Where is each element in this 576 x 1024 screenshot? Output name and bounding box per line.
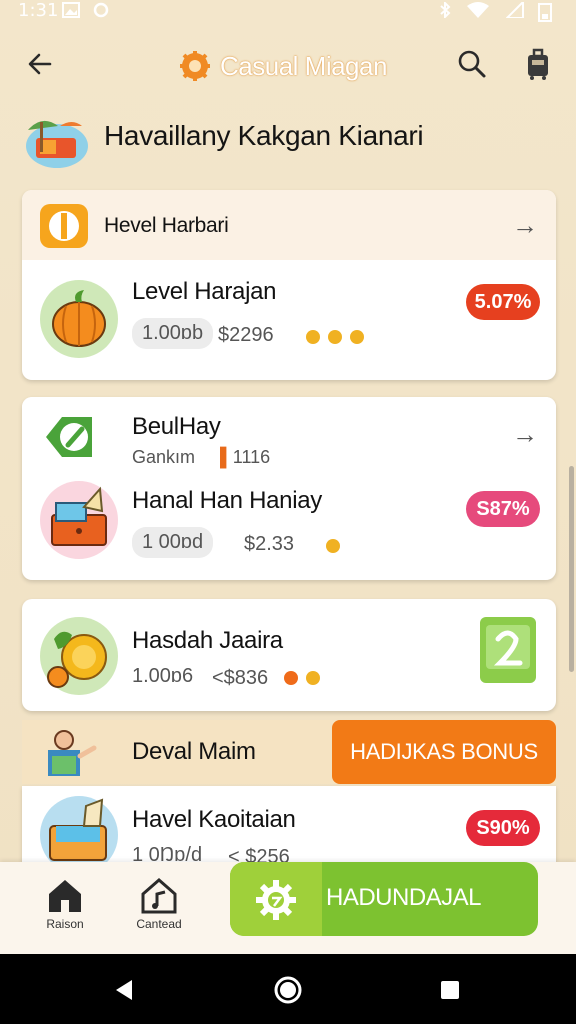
list-item[interactable]: Level Harajan 1.00ɒb $2296 5.07% (22, 260, 556, 380)
app-bar: Casual Miagan (0, 30, 576, 100)
item-price: < $256 (228, 846, 290, 862)
pool-thumbnail (40, 796, 118, 862)
back-button[interactable] (20, 44, 60, 84)
section-card-3: Hasdah Jaaira 1.00ɒ6 <$836 (22, 599, 556, 711)
item-price: $2.33 (244, 533, 295, 555)
cta-label: HADUNDAJAL (326, 884, 482, 911)
cell-signal-icon (506, 2, 524, 18)
bonus-strip: Deval Maim HADIJKAS BONUS (22, 720, 556, 784)
pumpkin-icon (52, 290, 106, 347)
pause-badge-icon (40, 204, 88, 248)
reward-number-icon (486, 625, 530, 669)
item-quantity: 1.00ɒ6 (132, 665, 194, 687)
app-screen: 1:31 Casual Miagan Havaillany Kakgan Kia… (0, 0, 576, 1024)
search-button[interactable] (452, 44, 492, 84)
item-title: Level Harajan (132, 278, 277, 305)
pool-box-icon (49, 798, 107, 861)
box-thumbnail (40, 481, 118, 559)
luggage-button[interactable] (518, 44, 558, 84)
bluetooth-icon (440, 2, 451, 18)
image-notification-icon (62, 2, 80, 18)
scrollbar[interactable] (569, 466, 574, 672)
item-title: Hanal Han Haniay (132, 487, 322, 514)
bonus-button[interactable]: HADIJKAS BONUS (332, 720, 556, 784)
pumpkin-thumbnail (40, 280, 118, 358)
card-1-arrow-icon: → (512, 210, 538, 240)
nav-label-content: Cantead (136, 917, 182, 931)
nav-item-content[interactable]: Cantead (124, 876, 194, 931)
treasure-box-icon (51, 486, 107, 546)
gear-icon (256, 880, 296, 920)
battery-icon (538, 3, 552, 22)
item-quantity: 1 00ɒd (132, 527, 214, 558)
item-title: Hasdah Jaaira (132, 627, 283, 654)
leaf-tag-icon (46, 417, 92, 457)
discount-badge: S90% (466, 810, 540, 846)
rating-dot (284, 671, 298, 685)
nav-home-icon[interactable] (272, 974, 304, 1006)
status-time: 1:31 (18, 0, 59, 21)
rating-dot (328, 330, 342, 344)
rating-dot (326, 539, 340, 553)
item-price: <$836 (212, 667, 269, 689)
home-icon (49, 880, 81, 912)
wifi-icon (467, 2, 489, 18)
sync-icon (93, 2, 109, 18)
discount-badge: S87% (466, 491, 540, 527)
page-header: Havaillany Kakgan Kianari (24, 108, 554, 170)
nav-label-home: Raison (46, 917, 84, 931)
rating-dot (306, 330, 320, 344)
item-title: Havel Kaoitaian (132, 806, 296, 833)
nav-back-icon[interactable] (112, 978, 136, 1002)
gear-logo-icon (180, 51, 210, 81)
item-quantity: 1 0Ŋɒ/d (132, 844, 203, 862)
coin-thumbnail (40, 617, 118, 695)
luggage-icon (528, 48, 548, 80)
nav-item-home[interactable]: Raison (30, 876, 100, 931)
green-reward-tile[interactable] (480, 617, 536, 683)
card-2-subtitle: Gankım (132, 447, 196, 467)
item-price: $2296 (218, 324, 274, 346)
card-1-header-label: Hevel Harbari (104, 214, 229, 237)
page-title: Havaillany Kakgan Kianari (104, 120, 424, 151)
rating-dot (306, 671, 320, 685)
search-icon (458, 50, 486, 78)
system-nav-bar (0, 954, 576, 1024)
cta-button[interactable]: HADUNDAJAL (230, 862, 538, 936)
back-arrow-icon (28, 53, 52, 75)
list-item[interactable]: Hasdah Jaaira 1.00ɒ6 <$836 (22, 599, 556, 711)
cta-icon-panel (230, 862, 322, 936)
gold-coin-icon (47, 631, 107, 688)
rating-dot (350, 330, 364, 344)
app-title-text: Casual Miagan (220, 50, 387, 81)
app-title: Casual Miagan (178, 48, 387, 84)
list-item[interactable]: Havel Kaoitaian 1 0Ŋɒ/d < $256 S90% (22, 786, 556, 862)
nav-recents-icon[interactable] (440, 980, 460, 1000)
shopkeeper-icon (48, 730, 97, 776)
section-card-4: Havel Kaoitaian 1 0Ŋɒ/d < $256 S90% (22, 786, 556, 862)
bottom-nav: Raison Cantead HADUNDAJAL (0, 862, 576, 954)
bonus-strip-label: Deval Maim (132, 738, 256, 765)
card-2-count: ▌1116 (220, 447, 271, 467)
discount-badge: 5.07% (466, 284, 540, 320)
section-card-1: Hevel Harbari → Level Harajan 1.00ɒb $22… (22, 190, 556, 380)
card-1-header[interactable]: Hevel Harbari → (22, 190, 556, 260)
card-2-header[interactable]: BeulHay Gankım ▌1116 → (22, 397, 556, 477)
status-bar: 1:31 (0, 0, 576, 24)
card-2-title: BeulHay (132, 413, 221, 440)
list-item[interactable]: Hanal Han Haniay 1 00ɒd $2.33 S87% (22, 477, 556, 580)
item-quantity: 1.00ɒb (132, 318, 214, 349)
shop-illustration-icon (26, 120, 88, 168)
section-card-2: BeulHay Gankım ▌1116 → Hanal Han Haniay … (22, 397, 556, 580)
card-2-arrow-icon: → (512, 419, 538, 449)
music-home-icon (141, 878, 177, 914)
